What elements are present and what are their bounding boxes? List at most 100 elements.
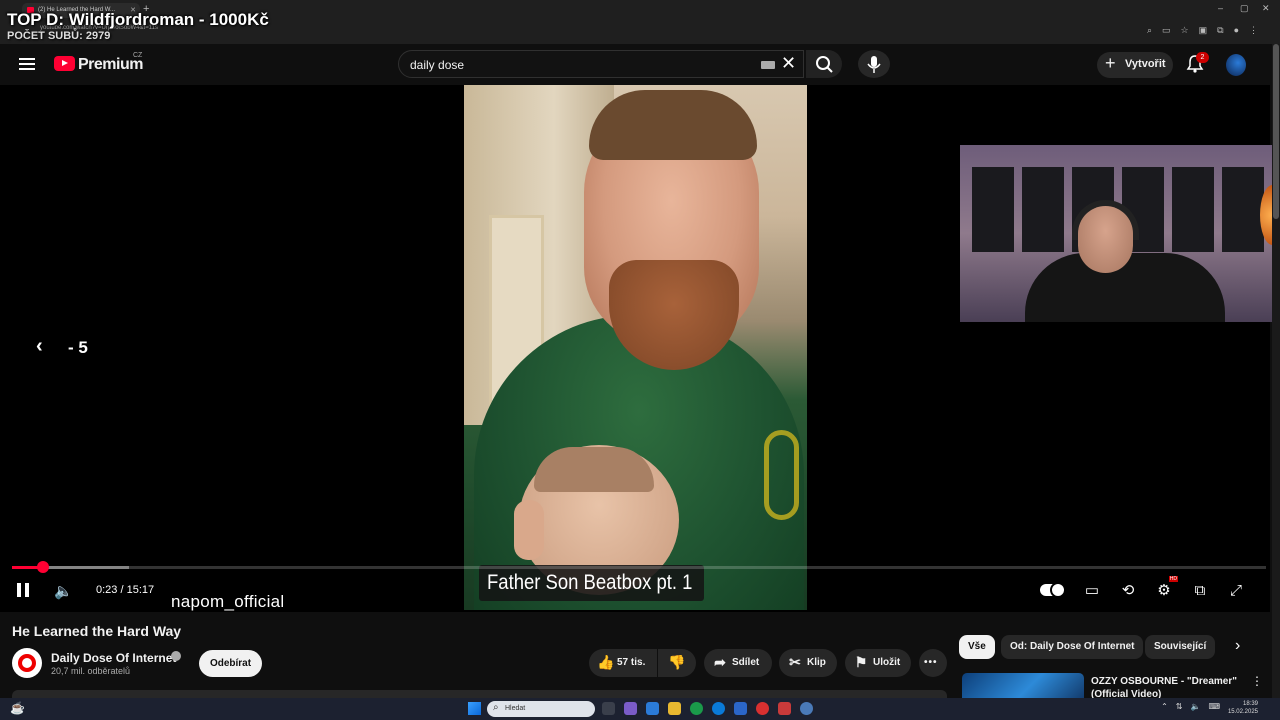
steam-app-icon[interactable]	[800, 702, 813, 715]
cast-icon[interactable]: ▭	[1162, 25, 1171, 36]
progress-bar[interactable]	[12, 561, 1266, 573]
taskbar-search-input[interactable]: Hledat	[487, 701, 595, 717]
seek-back-chevron-icon: ‹	[36, 335, 43, 357]
plus-icon: +	[1105, 53, 1116, 73]
taskbar-clock[interactable]: 18:39 15.02.2025	[1228, 700, 1258, 716]
chrome-app-icon[interactable]	[690, 702, 703, 715]
recommendation-menu-icon[interactable]: ⋮	[1251, 674, 1263, 688]
bookmark-icon: ⚑	[854, 654, 868, 671]
video-hand	[514, 500, 544, 560]
fullscreen-icon[interactable]: ⤢	[1228, 582, 1244, 599]
acoustic-panel	[1172, 167, 1214, 252]
share-label: Sdílet	[732, 657, 760, 668]
dislike-button[interactable]: 👎	[658, 649, 696, 677]
volume-tray-icon[interactable]: 🔈	[1190, 702, 1200, 711]
share-arrow-icon: ➦	[714, 654, 726, 671]
chip-all[interactable]: Vše	[959, 635, 995, 659]
acoustic-panel	[1222, 167, 1264, 252]
chips-next-chevron-icon[interactable]: ›	[1235, 637, 1240, 655]
volume-icon[interactable]: 🔈	[54, 582, 73, 600]
create-button[interactable]: + Vytvořit	[1097, 52, 1173, 78]
progress-scrubber[interactable]	[37, 561, 50, 573]
search-input[interactable]: daily dose ✕	[398, 50, 804, 78]
verified-check-icon	[171, 651, 181, 661]
close-window-button[interactable]: ✕	[1262, 3, 1270, 14]
acoustic-panel	[1022, 167, 1064, 252]
youtube-logo-icon[interactable]	[54, 56, 75, 71]
app-icon[interactable]	[734, 702, 747, 715]
thumbs-down-icon: 👎	[668, 654, 686, 671]
clip-button[interactable]: ✂ Klip	[779, 649, 837, 677]
account-avatar[interactable]	[1226, 54, 1246, 76]
explorer-app-icon[interactable]	[668, 702, 681, 715]
zoom-icon[interactable]: ⌕	[1147, 25, 1152, 36]
save-button[interactable]: ⚑ Uložit	[845, 649, 911, 677]
hamburger-menu-icon[interactable]	[19, 58, 35, 70]
clock-date: 15.02.2025	[1227, 709, 1258, 715]
edge-app-icon[interactable]	[712, 702, 725, 715]
tray-chevron-icon[interactable]: ⌃	[1161, 702, 1168, 711]
app-icon[interactable]	[778, 702, 791, 715]
scissors-icon: ✂	[789, 654, 801, 671]
extension-icon[interactable]: ▣	[1199, 25, 1208, 36]
youtube-header: Premium CZ daily dose ✕ + Vytvořit 2	[0, 44, 1280, 85]
more-actions-button[interactable]: •••	[919, 649, 947, 677]
voice-search-button[interactable]	[858, 50, 890, 78]
hoodie-logo	[764, 430, 799, 520]
task-view-icon[interactable]	[602, 702, 615, 715]
screen: (2) He Learned the Hard W... ✕ + – ▢ ✕ y…	[0, 0, 1280, 720]
save-label: Uložit	[873, 657, 901, 668]
widgets-app-icon[interactable]	[624, 702, 637, 715]
java-icon[interactable]: ☕	[10, 701, 25, 715]
maximize-button[interactable]: ▢	[1240, 3, 1249, 14]
store-app-icon[interactable]	[646, 702, 659, 715]
create-label: Vytvořit	[1125, 58, 1166, 70]
caption-text: Father Son Beatbox pt. 1	[487, 571, 693, 594]
clock-time: 18:39	[1242, 701, 1258, 707]
loop-icon[interactable]: ⟲	[1120, 581, 1136, 599]
share-button[interactable]: ➦ Sdílet	[704, 649, 772, 677]
notification-count-badge: 2	[1196, 52, 1209, 63]
keyboard-icon[interactable]	[761, 61, 775, 69]
page-scrollbar[interactable]	[1272, 44, 1280, 700]
minimize-button[interactable]: –	[1218, 3, 1223, 13]
thumbs-up-icon: 👍	[597, 654, 615, 671]
chip-from-channel[interactable]: Od: Daily Dose Of Internet	[1001, 635, 1144, 659]
puzzle-icon[interactable]: ⧉	[1217, 25, 1223, 36]
profile-icon[interactable]: ●	[1234, 25, 1239, 36]
extension-toolbar: ⌕ ▭ ☆ ▣ ⧉ ● ⋮	[1147, 25, 1258, 36]
search-query: daily dose	[410, 58, 465, 72]
subtitles-icon[interactable]: ▭	[1084, 581, 1100, 599]
browser-menu-icon[interactable]: ⋮	[1249, 25, 1258, 36]
seek-back-indicator: - 5	[68, 338, 88, 357]
settings-gear-icon[interactable]: ⚙	[1156, 576, 1178, 599]
miniplayer-icon[interactable]: ⧉	[1192, 582, 1208, 599]
bookmark-star-icon[interactable]: ☆	[1181, 25, 1189, 36]
player-right-controls: ▭ ⟲ ⚙ ⧉ ⤢	[1040, 576, 1244, 599]
channel-name[interactable]: Daily Dose Of Internet	[51, 651, 176, 665]
subscribe-button[interactable]: Odebírat	[199, 650, 262, 677]
subscriber-count: 20,7 mil. odběratelů	[51, 666, 131, 676]
scrollbar-thumb[interactable]	[1273, 44, 1279, 219]
system-tray: ⌃ ⇅ 🔈 ⌨	[1161, 702, 1220, 711]
language-icon[interactable]: ⌨	[1208, 702, 1220, 711]
autoplay-toggle[interactable]	[1040, 582, 1066, 598]
chip-related[interactable]: Související	[1145, 635, 1216, 659]
app-icon[interactable]	[756, 702, 769, 715]
windows-start-icon[interactable]	[468, 702, 481, 715]
network-icon[interactable]: ⇅	[1176, 702, 1183, 711]
clear-search-icon[interactable]: ✕	[781, 53, 796, 74]
search-button[interactable]	[806, 50, 842, 78]
video-watermark: napom_official	[171, 592, 285, 611]
like-count: 57 tis.	[617, 657, 646, 668]
video-baby-hair	[534, 447, 654, 492]
windows-taskbar: ☕ Hledat ⌃ ⇅ 🔈 ⌨ 18:39 15.02.2025	[0, 698, 1280, 720]
microphone-icon	[867, 56, 881, 73]
like-button[interactable]: 👍 57 tis.	[589, 649, 657, 677]
streamer-webcam	[960, 145, 1280, 322]
video-title: He Learned the Hard Way	[12, 623, 182, 639]
pause-button[interactable]	[17, 583, 31, 597]
channel-avatar[interactable]	[12, 648, 42, 678]
video-frame[interactable]: Father Son Beatbox pt. 1	[464, 85, 807, 610]
region-code: CZ	[133, 52, 143, 59]
